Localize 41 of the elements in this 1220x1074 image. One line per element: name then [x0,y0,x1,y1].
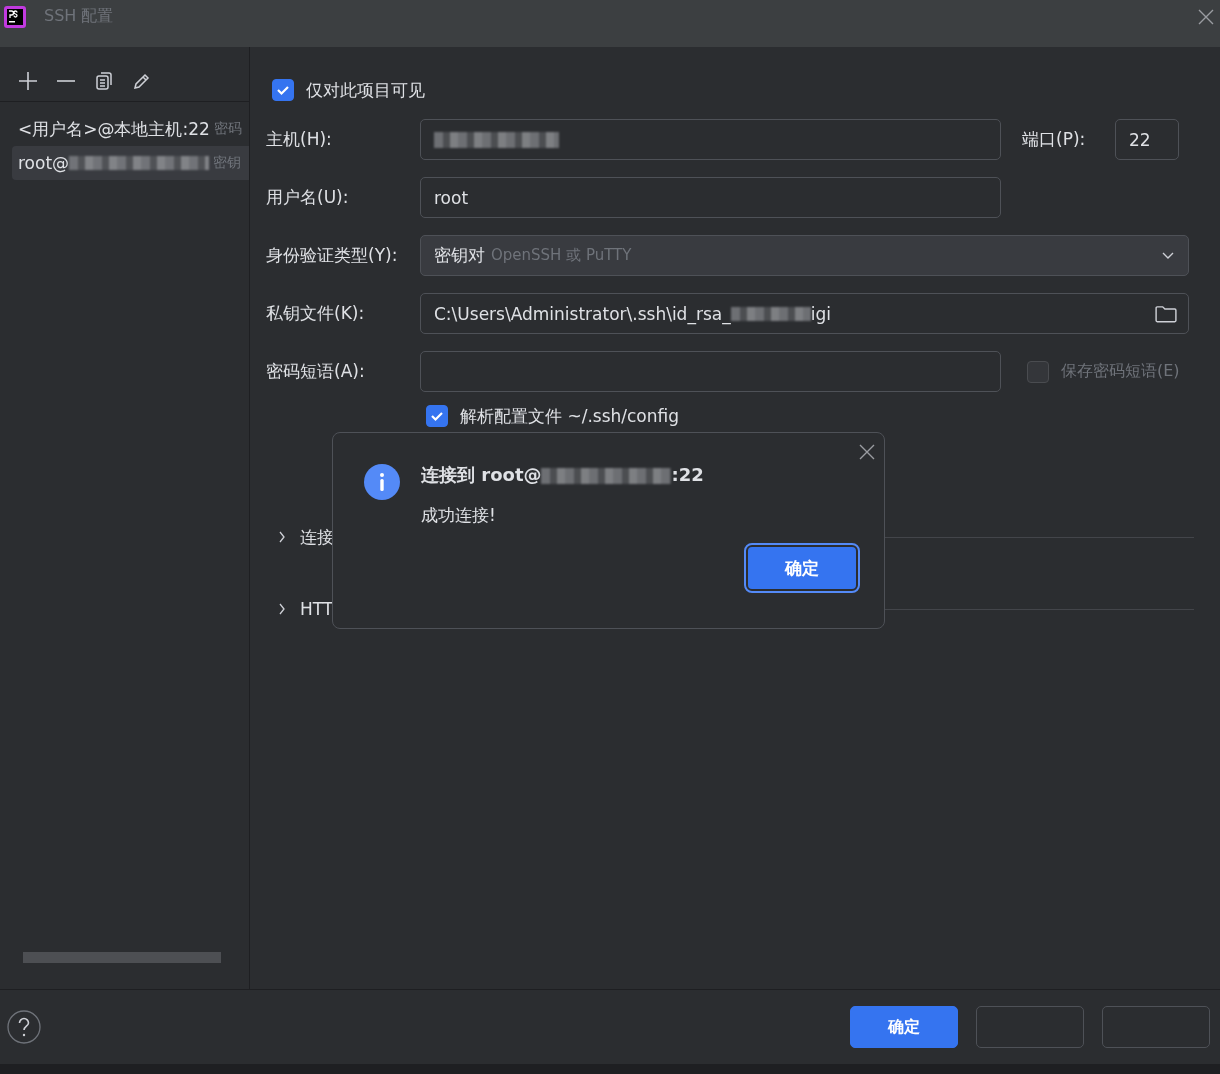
auth-type-dropdown[interactable]: 密钥对 OpenSSH 或 PuTTY [420,235,1189,276]
section-header[interactable]: HTT [300,599,334,619]
section-header[interactable]: 连接 [300,525,334,549]
field-value: C:\Users\Administrator\.ssh\id_rsa_ [434,303,731,324]
chevron-down-icon [1162,251,1174,260]
checkbox[interactable] [272,79,294,101]
edit-icon[interactable] [132,71,152,91]
passphrase-field[interactable] [420,351,1001,392]
field-label: 用户名(U): [266,186,350,209]
dialog-message: 成功连接! [421,504,497,527]
key-file-field[interactable]: C:\Users\Administrator\.ssh\id_rsa_ igi [420,293,1189,334]
checkbox-label: 仅对此项目可见 [306,78,425,102]
close-icon[interactable] [1198,9,1214,25]
checkbox-label: 保存密码短语(E) [1061,361,1180,382]
help-icon[interactable] [7,1010,41,1044]
chevron-right-icon[interactable] [278,603,286,615]
app-logo-icon [4,5,26,28]
add-icon[interactable] [18,71,38,91]
dialog-title: :22 [671,464,704,485]
field-value: igi [810,303,831,324]
field-label: 端口(P): [1022,128,1087,151]
field-label: 主机(H): [266,128,333,151]
ok-button[interactable]: 确定 [746,545,858,591]
scrollbar[interactable] [23,952,221,963]
port-field[interactable]: 22 [1115,119,1179,160]
copy-icon[interactable] [94,71,114,91]
field-label: 私钥文件(K): [266,302,366,325]
host-field[interactable] [420,119,1001,160]
footer-button[interactable]: 确定 [850,1006,958,1048]
checkbox[interactable] [426,405,448,427]
host-list-item[interactable]: root@ 密钥 [12,146,249,180]
chevron-right-icon[interactable] [278,531,286,543]
dialog-title: 连接到 root@ [421,464,542,485]
checkbox-label: 解析配置文件 ~/.ssh/config [460,404,680,428]
close-icon[interactable] [859,444,875,460]
username-field[interactable]: root [420,177,1001,218]
host-list-item[interactable]: <用户名>@本地主机:22 密码 [12,112,249,146]
field-label: 身份验证类型(Y): [266,244,399,267]
folder-icon[interactable] [1155,304,1177,323]
info-icon [364,464,400,500]
field-label: 密码短语(A): [266,360,366,383]
